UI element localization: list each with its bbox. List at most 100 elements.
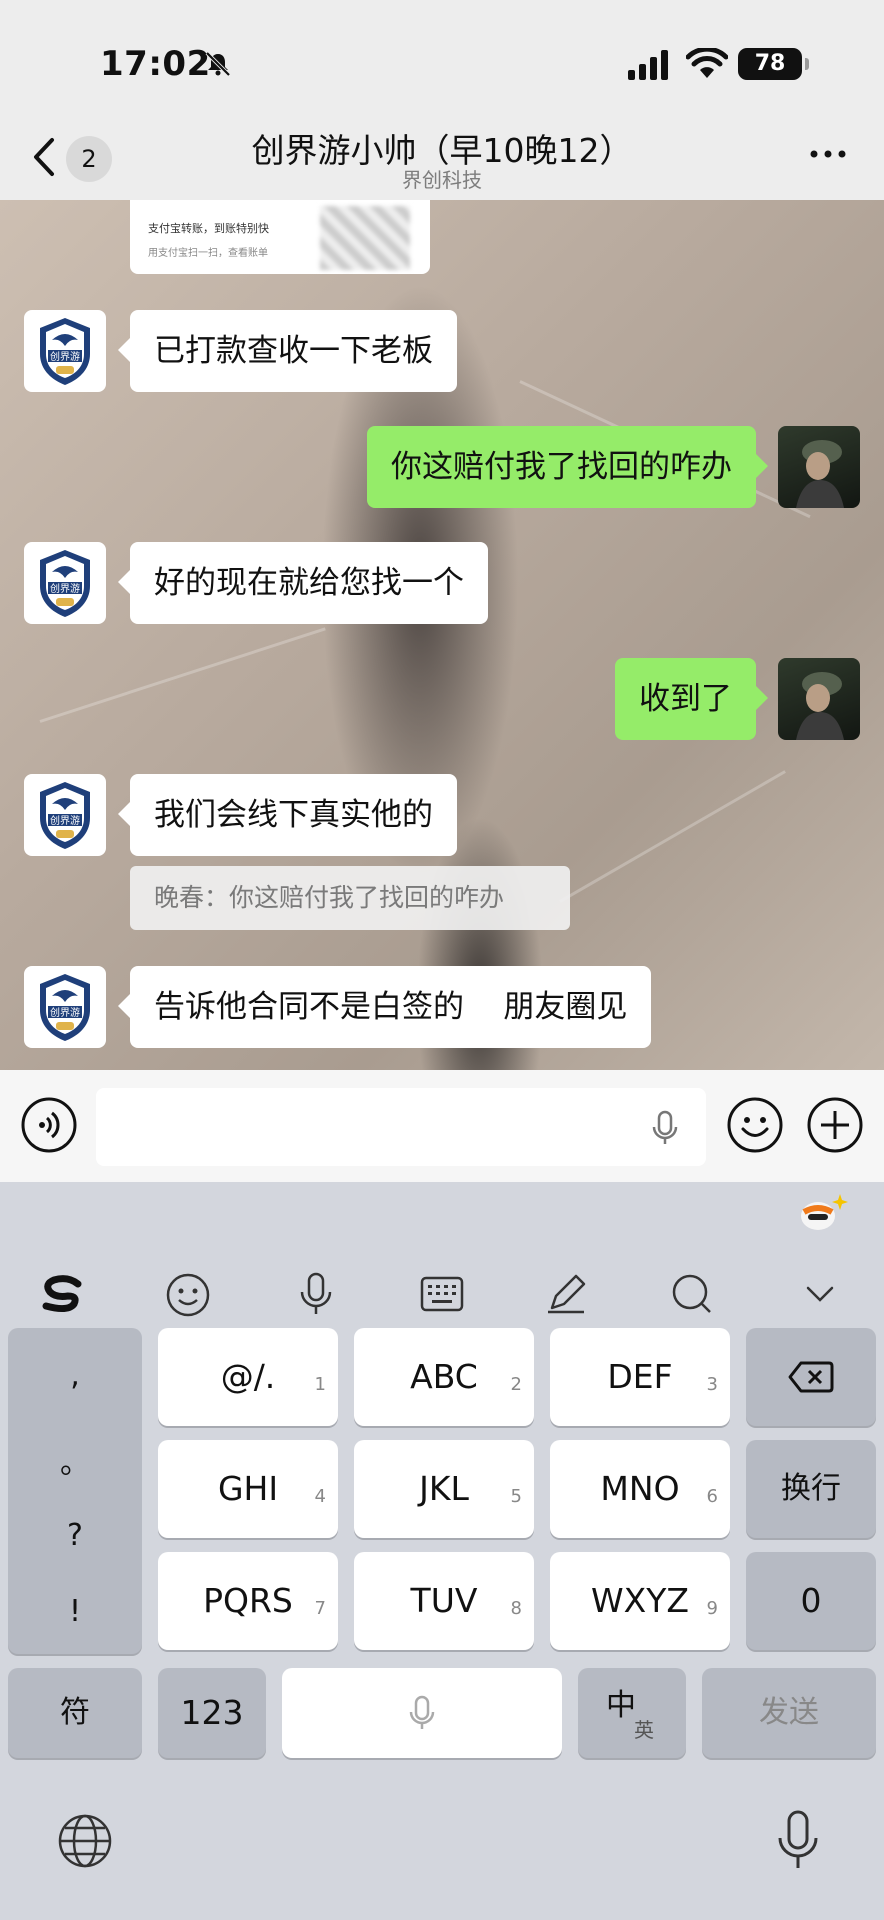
punct-period[interactable]: 。 [8, 1438, 142, 1482]
punctuation-column[interactable]: , 。 ? ! [8, 1328, 142, 1654]
contact-avatar[interactable]: 创界游 [24, 774, 106, 856]
microphone-icon[interactable] [652, 1110, 678, 1146]
key-2[interactable]: ABC 2 [354, 1328, 534, 1426]
dragon-logo-icon: 创界游 [40, 550, 90, 617]
transfer-image-card[interactable]: 支付宝转账，到账特别快 用支付宝扫一扫，查看账单 [130, 200, 430, 274]
handwriting-pen-icon[interactable] [542, 1270, 590, 1318]
key-number: 9 [706, 1598, 718, 1619]
punct-comma[interactable]: , [8, 1358, 142, 1393]
key-label: MNO [600, 1469, 680, 1508]
globe-icon[interactable] [56, 1812, 114, 1870]
key-number: 8 [510, 1598, 522, 1619]
svg-text:创界游: 创界游 [50, 1006, 80, 1019]
key-label: GHI [217, 1469, 279, 1508]
key-label: @/. [220, 1357, 276, 1396]
dragon-logo-icon: 创界游 [40, 318, 90, 385]
keyboard-toolbar [0, 1242, 884, 1342]
dragon-logo-icon: 创界游 [40, 782, 90, 849]
keyboard-layout-icon[interactable] [418, 1270, 466, 1318]
key-label: PQRS [203, 1581, 293, 1620]
lang-main-label: 中 [606, 1688, 636, 1723]
message-bubble-incoming[interactable]: 我们会线下真实他的 [118, 774, 457, 856]
chat-subtitle: 界创科技 [402, 168, 482, 192]
key-number: 5 [510, 1486, 522, 1507]
message-bubble-incoming[interactable]: 告诉他合同不是白签的 朋友圈见 [117, 966, 652, 1048]
blurred-qr-image [320, 206, 410, 270]
backspace-key[interactable] [746, 1328, 876, 1426]
collapse-chevron-icon[interactable] [796, 1270, 844, 1318]
symbols-key[interactable]: 符 [8, 1668, 142, 1758]
ime-keyboard: , 。 ? ! @/. 1 ABC 2 DEF 3 GHI 4 JKL 5 MNO 6 换行… [0, 1182, 884, 1920]
more-options-icon[interactable] [808, 148, 848, 160]
message-bubble-outgoing[interactable]: 收到了 [615, 658, 768, 740]
svg-text:创界游: 创界游 [50, 582, 80, 595]
keyboard-mascot-icon[interactable] [796, 1190, 850, 1234]
background-texture [39, 627, 326, 723]
search-icon[interactable] [668, 1270, 716, 1318]
svg-text:创界游: 创界游 [50, 350, 80, 363]
key-number: 6 [706, 1486, 718, 1507]
quoted-reply[interactable]: 晚春：你这赔付我了找回的咋办 [130, 866, 570, 930]
voice-input-toggle-icon[interactable] [20, 1096, 78, 1154]
emoji-icon[interactable] [726, 1096, 784, 1154]
key-4[interactable]: GHI 4 [158, 1440, 338, 1538]
message-text-field[interactable] [96, 1088, 706, 1166]
message-input-bar [0, 1070, 884, 1182]
backspace-icon [788, 1361, 834, 1393]
contact-avatar[interactable]: 创界游 [24, 966, 106, 1048]
punct-exclamation[interactable]: ! [8, 1594, 142, 1629]
key-8[interactable]: TUV 8 [354, 1552, 534, 1650]
dictation-mic-icon[interactable] [776, 1808, 820, 1872]
zero-key[interactable]: 0 [746, 1552, 876, 1650]
sogou-logo-icon[interactable] [38, 1270, 86, 1318]
send-key[interactable]: 发送 [702, 1668, 876, 1758]
key-number: 3 [706, 1374, 718, 1395]
key-label: JKL [419, 1469, 469, 1508]
key-label: DEF [607, 1357, 673, 1396]
key-3[interactable]: DEF 3 [550, 1328, 730, 1426]
voice-mic-icon[interactable] [292, 1270, 340, 1318]
status-time: 17:02 [100, 44, 211, 84]
key-number: 4 [314, 1486, 326, 1507]
image-card-line2: 用支付宝扫一扫，查看账单 [148, 248, 268, 259]
language-switch-key[interactable]: 中 英 [578, 1668, 686, 1758]
numbers-key[interactable]: 123 [158, 1668, 266, 1758]
user-photo-icon [796, 440, 844, 508]
emoji-face-icon[interactable] [164, 1270, 212, 1318]
contact-avatar[interactable]: 创界游 [24, 310, 106, 392]
my-avatar[interactable] [778, 426, 860, 508]
space-key[interactable] [282, 1668, 562, 1758]
key-1[interactable]: @/. 1 [158, 1328, 338, 1426]
enter-key[interactable]: 换行 [746, 1440, 876, 1538]
contact-avatar[interactable]: 创界游 [24, 542, 106, 624]
key-number: 2 [510, 1374, 522, 1395]
key-6[interactable]: MNO 6 [550, 1440, 730, 1538]
space-mic-icon [409, 1695, 435, 1729]
message-bubble-incoming[interactable]: 好的现在就给您找一个 [118, 542, 488, 624]
top-bar: 17:02 78 2 创界游小帅（早10晚12） 界创科技 [0, 0, 884, 200]
key-7[interactable]: PQRS 7 [158, 1552, 338, 1650]
key-label: WXYZ [590, 1581, 689, 1620]
add-plus-icon[interactable] [806, 1096, 864, 1154]
wifi-icon [686, 48, 728, 78]
status-bar: 17:02 78 [0, 0, 884, 120]
chat-header: 2 创界游小帅（早10晚12） 界创科技 [0, 120, 884, 200]
key-9[interactable]: WXYZ 9 [550, 1552, 730, 1650]
message-bubble-outgoing[interactable]: 你这赔付我了找回的咋办 [367, 426, 768, 508]
message-bubble-incoming[interactable]: 已打款查收一下老板 [118, 310, 457, 392]
cellular-signal-icon [628, 50, 668, 80]
background-texture [559, 770, 786, 903]
battery-indicator: 78 [738, 48, 809, 80]
key-label: ABC [410, 1357, 478, 1396]
user-photo-icon [796, 672, 844, 740]
svg-text:创界游: 创界游 [50, 814, 80, 827]
mute-bell-icon [205, 51, 231, 77]
image-card-line1: 支付宝转账，到账特别快 [148, 222, 269, 235]
key-number: 7 [314, 1598, 326, 1619]
chat-message-area[interactable]: 支付宝转账，到账特别快 用支付宝扫一扫，查看账单 创界游 已打款查收一下老板 你… [0, 200, 884, 1070]
key-5[interactable]: JKL 5 [354, 1440, 534, 1538]
punct-question[interactable]: ? [8, 1518, 142, 1553]
key-label: TUV [410, 1581, 478, 1620]
my-avatar[interactable] [778, 658, 860, 740]
lang-sub-label: 英 [634, 1718, 654, 1742]
